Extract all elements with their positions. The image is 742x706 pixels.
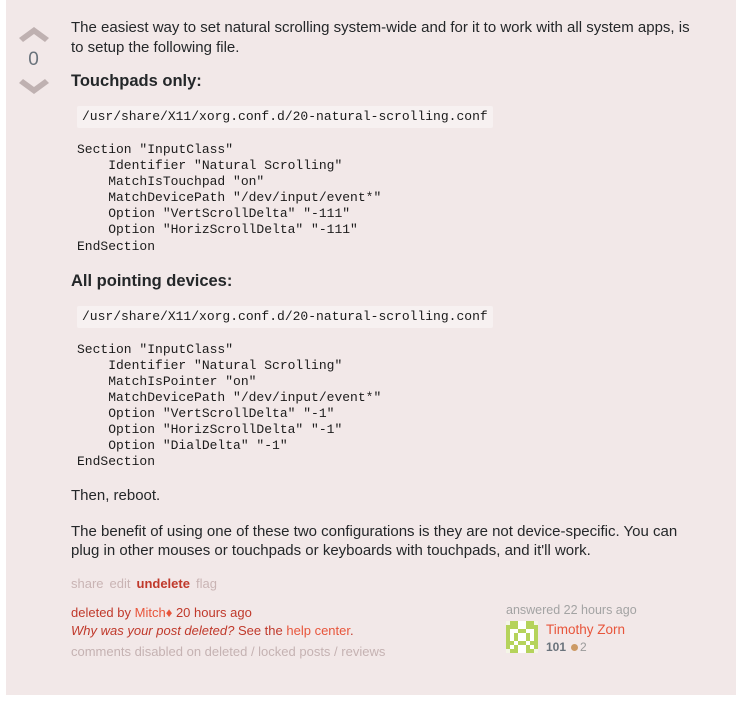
- comments-disabled-notice: comments disabled on deleted / locked po…: [71, 643, 386, 659]
- sentence-period: .: [350, 622, 354, 638]
- code-block-touchpads: Section "InputClass" Identifier "Natural…: [77, 142, 382, 254]
- share-link[interactable]: share: [71, 576, 104, 591]
- intro-paragraph: The easiest way to set natural scrolling…: [71, 19, 690, 56]
- user-display-name-link[interactable]: Timothy Zorn: [546, 621, 625, 638]
- why-deleted-question: Why was your post deleted?: [71, 622, 235, 638]
- config-path-pointing: /usr/share/X11/xorg.conf.d/20-natural-sc…: [77, 305, 493, 328]
- heading-all-pointing-devices: All pointing devices:: [71, 271, 233, 290]
- user-details-text: Timothy Zorn 101 2: [546, 621, 625, 655]
- benefit-paragraph: The benefit of using one of these two co…: [71, 522, 678, 560]
- post-cell: The easiest way to set natural scrolling…: [61, 0, 736, 695]
- post-signature-row: deleted by Mitch♦ 20 hours ago Why was y…: [71, 602, 706, 661]
- heading-touchpads-only: Touchpads only:: [71, 72, 202, 90]
- deleted-answer-post: 0 The easiest way to set natural scrolli…: [6, 0, 736, 695]
- user-details: Timothy Zorn 101 2: [506, 620, 706, 655]
- post-body: The easiest way to set natural scrolling…: [71, 18, 706, 561]
- user-reputation: 101: [546, 639, 567, 654]
- answered-time: answered 22 hours ago: [506, 602, 637, 617]
- code-block-pointing: Section "InputClass" Identifier "Natural…: [77, 341, 382, 470]
- vote-down-icon[interactable]: [16, 77, 52, 99]
- bronze-badge-icon: [571, 644, 579, 652]
- deletion-notice: deleted by Mitch♦ 20 hours ago Why was y…: [71, 602, 385, 661]
- edit-link[interactable]: edit: [110, 576, 131, 591]
- see-the-label: See the: [237, 622, 283, 638]
- vote-cell: 0: [6, 0, 61, 695]
- moderator-diamond-icon: ♦: [165, 604, 173, 620]
- reboot-paragraph: Then, reboot.: [71, 487, 161, 505]
- deleted-time: 20 hours ago: [175, 604, 252, 620]
- flag-link[interactable]: flag: [196, 576, 217, 591]
- identicon-avatar[interactable]: [506, 620, 538, 653]
- vote-count: 0: [28, 49, 39, 70]
- post-action-menu: share edit undelete flag: [71, 575, 706, 592]
- deleted-by-label: deleted by: [71, 604, 131, 620]
- config-path-touchpads: /usr/share/X11/xorg.conf.d/20-natural-sc…: [77, 106, 493, 128]
- deleting-moderator-link[interactable]: Mitch: [135, 605, 166, 620]
- vote-up-icon[interactable]: [16, 22, 52, 44]
- bronze-badge-count: 2: [580, 639, 587, 654]
- undelete-link[interactable]: undelete: [137, 576, 190, 591]
- user-card: answered 22 hours ago Timothy Zorn 101 2: [506, 602, 706, 655]
- help-center-link[interactable]: help center: [286, 623, 350, 638]
